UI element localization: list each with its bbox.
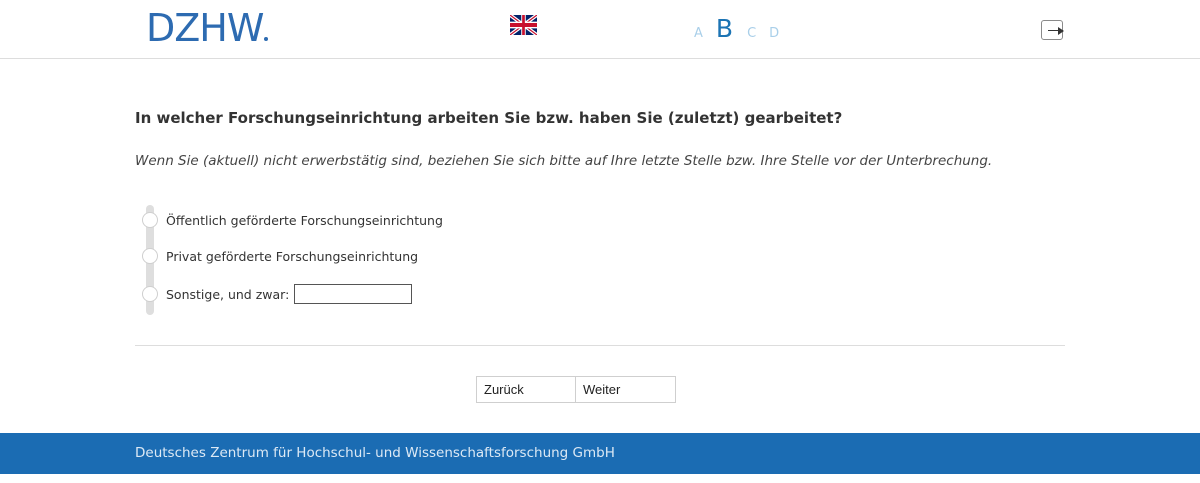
navigation-buttons: Zurück Weiter (476, 376, 676, 403)
option-other[interactable]: Sonstige, und zwar: (142, 284, 413, 304)
footer: Deutsches Zentrum für Hochschul- und Wis… (0, 433, 1200, 474)
divider (135, 345, 1065, 346)
question-instruction: Wenn Sie (aktuell) nicht erwerbstätig si… (135, 153, 993, 169)
footer-text: Deutsches Zentrum für Hochschul- und Wis… (135, 445, 615, 461)
logo-dot-icon (264, 37, 269, 41)
progress-steps: A B C D (694, 14, 792, 43)
next-button[interactable]: Weiter (576, 376, 676, 403)
radio-private[interactable] (142, 248, 158, 264)
option-public[interactable]: Öffentlich geförderte Forschungseinricht… (142, 212, 443, 228)
radio-other[interactable] (142, 286, 158, 302)
question-title: In welcher Forschungseinrichtung arbeite… (135, 109, 843, 127)
option-private[interactable]: Privat geförderte Forschungseinrichtung (142, 248, 418, 264)
option-private-label: Privat geförderte Forschungseinrichtung (166, 248, 419, 264)
option-other-label: Sonstige, und zwar: (166, 286, 290, 302)
step-d: D (769, 26, 780, 41)
step-c: C (747, 26, 757, 41)
uk-flag-icon[interactable] (510, 15, 537, 35)
logo-text: DZHW (146, 6, 264, 50)
exit-arrow-head (1058, 27, 1064, 35)
step-b-active: B (715, 14, 734, 43)
back-button[interactable]: Zurück (476, 376, 576, 403)
step-a: A (694, 26, 703, 41)
exit-button[interactable] (1041, 20, 1064, 40)
radio-public[interactable] (142, 212, 158, 228)
dzhw-logo[interactable]: DZHW (146, 6, 269, 50)
option-public-label: Öffentlich geförderte Forschungseinricht… (166, 212, 443, 228)
other-text-input[interactable] (294, 284, 413, 304)
header: DZHW A B C D (0, 0, 1200, 59)
